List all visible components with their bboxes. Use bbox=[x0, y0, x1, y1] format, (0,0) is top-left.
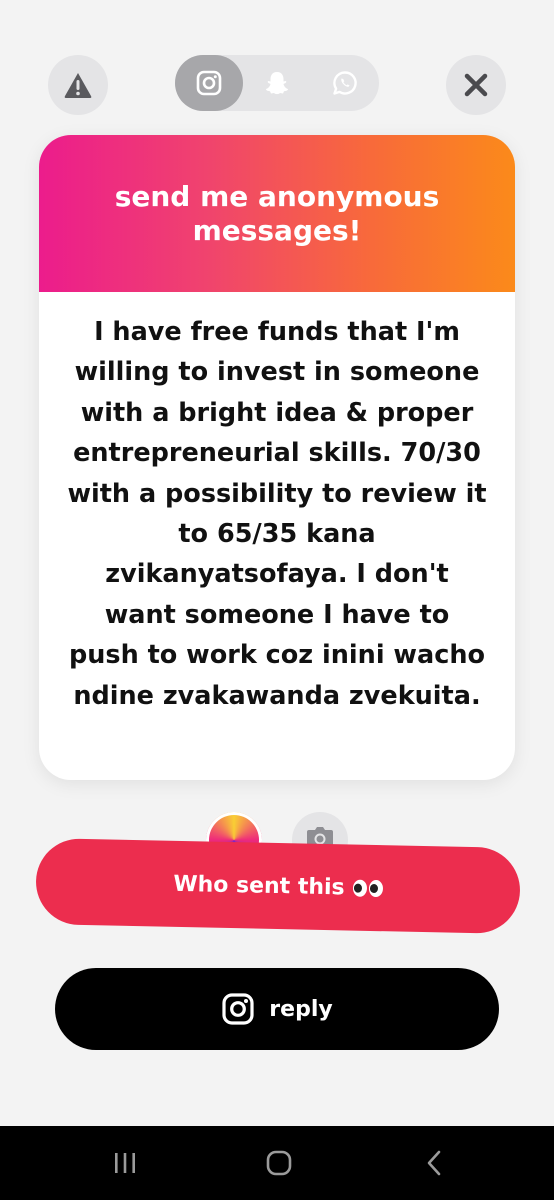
card-header: send me anonymous messages! bbox=[39, 135, 515, 292]
platform-whatsapp[interactable] bbox=[311, 55, 379, 111]
instagram-icon bbox=[196, 70, 222, 96]
report-button[interactable] bbox=[48, 55, 108, 115]
eyes-icon bbox=[352, 879, 383, 897]
warning-icon bbox=[64, 73, 92, 98]
message-card: send me anonymous messages! I have free … bbox=[39, 135, 515, 780]
close-button[interactable] bbox=[446, 55, 506, 115]
who-sent-this-button[interactable]: Who sent this bbox=[35, 837, 521, 935]
nav-back-button[interactable] bbox=[412, 1146, 456, 1180]
platform-snapchat[interactable] bbox=[243, 55, 311, 111]
system-nav-bar bbox=[0, 1126, 554, 1200]
who-sent-label: Who sent this bbox=[173, 871, 345, 900]
close-icon bbox=[464, 73, 488, 97]
whatsapp-icon bbox=[333, 71, 357, 95]
platform-instagram[interactable] bbox=[175, 55, 243, 111]
anonymous-message: I have free funds that I'm willing to in… bbox=[67, 317, 487, 711]
nav-home-button[interactable] bbox=[257, 1146, 301, 1180]
back-icon bbox=[427, 1150, 441, 1176]
instagram-icon bbox=[222, 993, 254, 1025]
home-icon bbox=[266, 1150, 292, 1176]
nav-recents-button[interactable] bbox=[103, 1146, 147, 1180]
reply-label: reply bbox=[269, 996, 333, 1022]
reply-button[interactable]: reply bbox=[55, 968, 499, 1050]
platform-selector bbox=[175, 55, 379, 111]
recents-icon bbox=[115, 1153, 135, 1173]
snapchat-icon bbox=[266, 72, 288, 95]
card-title: send me anonymous messages! bbox=[114, 179, 440, 247]
